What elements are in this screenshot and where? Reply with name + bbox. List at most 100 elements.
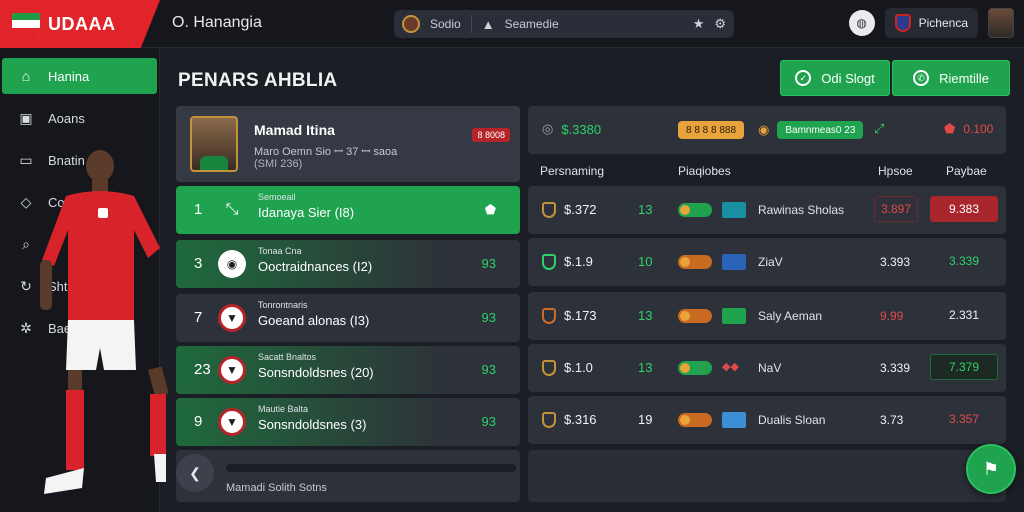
player-image bbox=[40, 150, 168, 494]
row-label: Sonsndoldsnes (3) bbox=[258, 417, 367, 432]
flag-icon: ◆◆ bbox=[722, 361, 739, 373]
user-name: Pichenca bbox=[918, 16, 968, 30]
row-price: $.1.0 bbox=[564, 360, 593, 375]
calendar-icon: ▣ bbox=[19, 109, 33, 126]
row-player-name: NaV bbox=[758, 361, 782, 375]
row-price: $.173 bbox=[564, 308, 597, 323]
row-count: 13 bbox=[638, 360, 653, 375]
alert-icon: ⬟ bbox=[944, 121, 956, 136]
back-button[interactable]: ❮ bbox=[176, 454, 214, 492]
sidebar-item-calendar[interactable]: ▣ Aoans bbox=[2, 100, 157, 136]
row-value: 93 bbox=[481, 362, 496, 377]
table-row[interactable]: $.173 13 Saly Aeman 9.99 2.331 bbox=[528, 292, 1006, 340]
flag-fab-button[interactable]: ⚑ bbox=[966, 444, 1016, 494]
search-bar[interactable]: Sodio ▲ Seamedie ★ ⚙ bbox=[394, 10, 734, 38]
list-item[interactable]: 3 ◉ Tonaa Cna Ooctraidnances (I2) 93 bbox=[176, 240, 520, 288]
row-label: Sonsndoldsnes (20) bbox=[258, 365, 374, 380]
row-player-name: Saly Aeman bbox=[758, 309, 823, 323]
club-crest-icon bbox=[894, 14, 911, 32]
column-header[interactable]: Piaqiobes bbox=[678, 164, 731, 178]
settings-icon: ✲ bbox=[20, 319, 32, 336]
bell-icon[interactable]: ▲ bbox=[482, 17, 495, 32]
card-icon: ▭ bbox=[19, 151, 33, 168]
list-item[interactable]: 1 ⤡ Semoeail Idanaya Sier (I8) ⬟ bbox=[176, 186, 520, 234]
summary-pill-2[interactable]: ◉ Bamnmeas0 23 bbox=[758, 121, 864, 139]
row-value-1: 3.339 bbox=[880, 361, 911, 375]
table-row[interactable]: $.1.9 10 ZiaV 3.393 3.339 bbox=[528, 238, 1006, 286]
flag-icon bbox=[722, 308, 746, 324]
summary-pill-1[interactable]: 8 8 8 8 888 bbox=[678, 121, 745, 139]
flag-icon bbox=[722, 202, 746, 218]
club-badge-icon bbox=[542, 254, 556, 270]
settings-icon[interactable]: ⚙ bbox=[714, 16, 726, 32]
row-toggle[interactable] bbox=[678, 361, 712, 375]
star-icon[interactable]: ★ bbox=[693, 16, 705, 32]
phone-icon: ✆ bbox=[913, 70, 930, 86]
row-label: Ooctraidnances (I2) bbox=[258, 259, 373, 274]
row-toggle[interactable] bbox=[678, 309, 712, 323]
row-toggle[interactable] bbox=[678, 413, 712, 427]
table-row[interactable]: $.372 13 Rawinas Sholas 3.897 9.383 bbox=[528, 186, 1006, 234]
alert-value: 0.100 bbox=[963, 122, 994, 136]
table-row[interactable]: $.316 19 Dualis Sloan 3.73 3.357 bbox=[528, 396, 1006, 444]
table-row[interactable]: $.1.0 13 ◆◆ NaV 3.339 7.379 bbox=[528, 344, 1006, 392]
secondary-action-label: Riemtille bbox=[939, 70, 989, 86]
primary-action-button[interactable]: ✓ Odi Slogt bbox=[780, 60, 890, 96]
globe-icon[interactable]: ◍ bbox=[848, 10, 875, 36]
stats-panel: ◎ $.3380 8 8 8 8 888 ◉ Bamnmeas0 23 ⤢ ⬟ … bbox=[528, 106, 1006, 502]
primary-action-label: Odi Slogt bbox=[821, 70, 875, 86]
row-sublabel: Tonrontnaris bbox=[258, 300, 308, 310]
list-footer: ❮ Mamadi Solith Sotns bbox=[176, 450, 520, 502]
column-header[interactable]: Hpsoe bbox=[878, 164, 913, 178]
row-value-1: 9.99 bbox=[880, 309, 904, 323]
list-item[interactable]: 23 ▼ Sacatt Bnaltos Sonsndoldsnes (20) 9… bbox=[176, 346, 520, 394]
scrollbar[interactable] bbox=[226, 464, 516, 472]
summary-pill-1-label: 8 8 8 8 888 bbox=[678, 121, 745, 139]
list-item[interactable]: 7 ▼ Tonrontnaris Goeand alonas (I3) 93 bbox=[176, 294, 520, 342]
stats-header-row: Persnaming Piaqiobes Hpsoe Paybae bbox=[528, 158, 1006, 186]
sidebar-item-home[interactable]: ⌂ Hanina bbox=[2, 58, 157, 94]
column-header[interactable]: Paybae bbox=[946, 164, 987, 178]
avatar[interactable] bbox=[988, 8, 1014, 38]
shield-icon: ✓ bbox=[795, 70, 812, 86]
row-label: Goeand alonas (I3) bbox=[258, 313, 370, 328]
top-right-controls: ◍ Pichenca bbox=[848, 8, 1014, 38]
row-value-1: 3.897 bbox=[874, 196, 919, 222]
profile-card[interactable]: Mamad Itina Maro Oemn Sio ꟷ 37 ꟷ saoa (S… bbox=[176, 106, 520, 182]
list-item[interactable]: 9 ▼ Mautie Balta Sonsndoldsnes (3) 93 bbox=[176, 398, 520, 446]
row-value-2: 3.339 bbox=[948, 254, 980, 268]
row-value-2: 9.383 bbox=[930, 196, 998, 222]
row-value-2: 7.379 bbox=[930, 354, 998, 380]
search-left-label: Sodio bbox=[430, 17, 461, 31]
summary-price-value: $.3380 bbox=[561, 121, 602, 137]
row-number: 7 bbox=[194, 309, 203, 326]
secondary-action-button[interactable]: ✆ Riemtille bbox=[892, 60, 1010, 96]
row-toggle[interactable] bbox=[678, 255, 712, 269]
row-value: 93 bbox=[481, 414, 496, 429]
profile-photo bbox=[190, 116, 238, 172]
footer-text: Mamadi Solith Sotns bbox=[226, 482, 327, 494]
row-price: $.1.9 bbox=[564, 254, 593, 269]
row-number: 1 bbox=[194, 201, 203, 218]
chart-toggle[interactable]: ⤢ bbox=[874, 121, 884, 137]
club-badge-icon bbox=[542, 360, 556, 376]
row-player-name: Dualis Sloan bbox=[758, 413, 826, 427]
profile-details: Maro Oemn Sio ꟷ 37 ꟷ saoa bbox=[254, 146, 398, 158]
row-sublabel: Tonaa Cna bbox=[258, 246, 302, 256]
player-list-panel: Mamad Itina Maro Oemn Sio ꟷ 37 ꟷ saoa (S… bbox=[176, 106, 520, 502]
row-price: $.372 bbox=[564, 202, 597, 217]
row-count: 19 bbox=[638, 412, 653, 427]
row-toggle[interactable] bbox=[678, 203, 712, 217]
coin-icon: ◉ bbox=[758, 122, 770, 137]
flag-icon bbox=[722, 254, 746, 270]
expand-icon: ⤡ bbox=[225, 201, 239, 218]
search-input[interactable]: Seamedie bbox=[505, 17, 683, 31]
app-logo[interactable]: UDAAA bbox=[0, 0, 160, 48]
search-divider bbox=[470, 15, 472, 33]
profile-name: Mamad Itina bbox=[254, 122, 335, 138]
column-header[interactable]: Persnaming bbox=[540, 164, 604, 178]
club-badge-icon: ▼ bbox=[218, 356, 246, 384]
user-chip[interactable]: Pichenca bbox=[884, 8, 978, 38]
row-price: $.316 bbox=[564, 412, 597, 427]
stats-summary-bar: ◎ $.3380 8 8 8 8 888 ◉ Bamnmeas0 23 ⤢ ⬟ … bbox=[528, 106, 1006, 154]
